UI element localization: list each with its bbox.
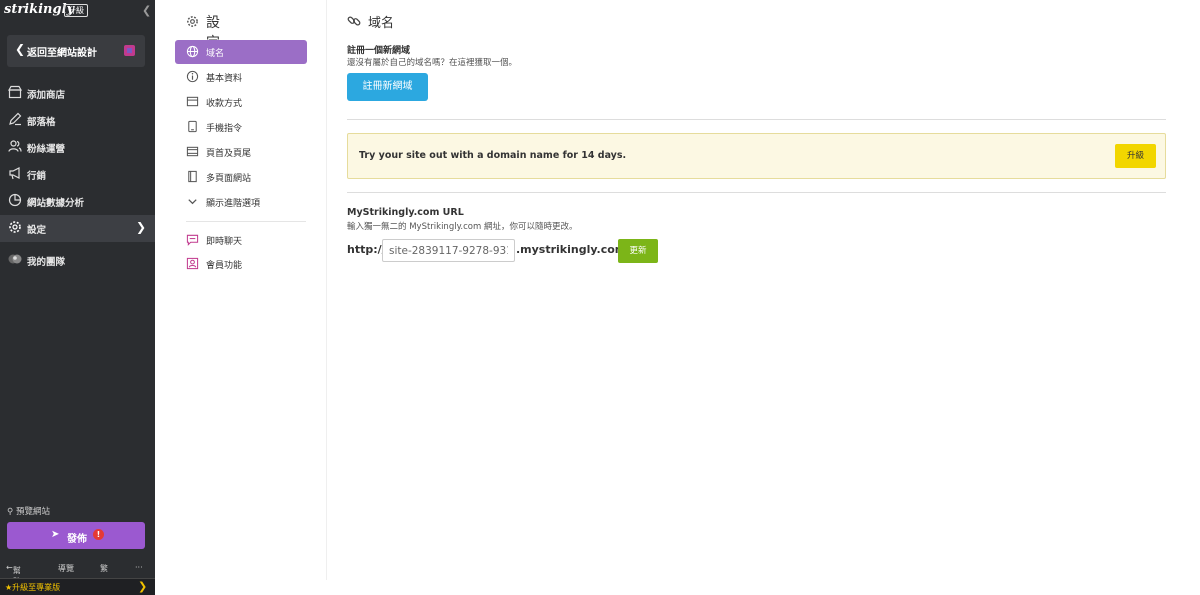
pen-icon [9, 112, 22, 126]
settings-item-label: 收款方式 [206, 99, 243, 109]
menu-divider [186, 221, 306, 222]
settings-item-label: 顯示進階選項 [206, 199, 261, 209]
megaphone-icon [9, 167, 20, 180]
upgrade-badge[interactable]: 升級 [64, 4, 88, 17]
upgrade-pro-bar[interactable]: ★升級至專業版 ❯ [0, 578, 155, 595]
chevron-right-icon: ❯ [138, 580, 148, 593]
users-icon [8, 140, 22, 152]
settings-item-advanced-toggle[interactable]: 顯示進階選項 [175, 190, 307, 214]
page-title-label: 域名 [368, 16, 395, 31]
sidebar-item-team[interactable]: 我的團隊 [0, 247, 155, 274]
update-button[interactable]: 更新 [618, 239, 658, 263]
link-icon [347, 16, 361, 26]
payment-icon [186, 96, 199, 107]
sidebar-item-label: 網站數據分析 [27, 198, 85, 209]
url-prefix: http:// [347, 243, 386, 256]
sidebar-item-store[interactable]: 添加商店 [0, 80, 155, 107]
column-divider [326, 0, 327, 580]
guide-button[interactable]: 導覽 [58, 563, 74, 574]
design-icon [124, 45, 135, 56]
settings-item-label: 會員功能 [206, 261, 243, 271]
logo-row: strikingly 升級 ❮ [0, 0, 155, 26]
gear-icon [9, 221, 21, 233]
sidebar-item-label: 行銷 [27, 171, 47, 182]
bottom-toolbar: ← 幫助 導覽 繁 ··· [0, 561, 155, 586]
settings-item-label: 手機指令 [206, 124, 243, 134]
settings-item-membership[interactable]: 會員功能 [175, 252, 307, 276]
settings-item-header-footer[interactable]: 頁首及頁尾 [175, 140, 307, 164]
register-heading: 註冊一個新網域 [347, 46, 411, 56]
info-icon [186, 70, 199, 83]
subdomain-input[interactable] [382, 239, 515, 262]
back-label: 返回至網站設計 [27, 48, 97, 59]
sidebar-item-label: 我的團隊 [27, 257, 66, 268]
sidebar-item-label: 粉絲運營 [27, 144, 66, 155]
chevron-right-icon: ❯ [136, 220, 147, 234]
sidebar-item-fans[interactable]: 粉絲運營 [0, 134, 155, 161]
gear-icon [187, 16, 198, 27]
globe-icon [186, 45, 199, 58]
divider [347, 192, 1166, 193]
warning-badge: ! [93, 529, 104, 540]
settings-item-domain[interactable]: 域名 [175, 40, 307, 64]
member-icon [186, 257, 199, 270]
sidebar-item-settings[interactable]: 設定 ❯ [0, 215, 155, 242]
upgrade-pro-text: 升級至專業版 [12, 583, 61, 592]
pie-chart-icon [8, 193, 22, 207]
settings-item-label: 即時聊天 [206, 237, 243, 247]
settings-item-multipage[interactable]: 多頁面網站 [175, 165, 307, 189]
preview-site-link[interactable]: ⚲ 預覽網站 [7, 505, 50, 517]
app: strikingly 升級 ❮ ❮ 返回至網站設計 添加商店 部落格 粉絲運營 … [0, 0, 1200, 595]
collapse-sidebar-icon[interactable]: ❮ [142, 4, 151, 17]
help-button[interactable]: ← 幫助 [6, 563, 21, 586]
sidebar-item-analytics[interactable]: 網站數據分析 [0, 188, 155, 215]
publish-button[interactable]: ➤ 發佈 ! [7, 522, 145, 549]
settings-item-label: 基本資料 [206, 74, 243, 84]
sidebar-item-marketing[interactable]: 行銷 [0, 161, 155, 188]
sidebar-item-blog[interactable]: 部落格 [0, 107, 155, 134]
settings-item-live-chat[interactable]: 即時聊天 [175, 228, 307, 252]
settings-item-label: 多頁面網站 [206, 174, 252, 184]
trial-text: Try your site out with a domain name for… [359, 150, 627, 161]
register-subtext: 還沒有屬於自己的域名嗎？在這裡獲取一個。 [347, 58, 518, 68]
preview-label: 預覽網站 [15, 507, 50, 517]
settings-item-payment[interactable]: 收款方式 [175, 90, 307, 114]
header-footer-icon [186, 146, 199, 157]
settings-item-label: 域名 [206, 49, 225, 59]
url-suffix: .mystrikingly.com [516, 243, 627, 256]
trial-banner: Try your site out with a domain name for… [347, 133, 1166, 179]
sidebar-item-label: 添加商店 [27, 90, 66, 101]
settings-item-label: 頁首及頁尾 [206, 149, 252, 159]
settings-item-basic-info[interactable]: 基本資料 [175, 65, 307, 89]
register-domain-button[interactable]: 註冊新網域 [347, 73, 428, 101]
rocket-icon: ➤ [51, 529, 60, 540]
url-subtext: 輸入獨一無二的 MyStrikingly.com 網址，你可以隨時更改。 [347, 222, 578, 232]
url-heading: MyStrikingly.com URL [347, 207, 464, 218]
team-icon [8, 254, 22, 264]
sidebar-item-label: 部落格 [27, 117, 56, 128]
store-icon [8, 85, 22, 99]
settings-item-mobile[interactable]: 手機指令 [175, 115, 307, 139]
pages-icon [188, 170, 197, 183]
publish-label: 發佈 [67, 534, 87, 545]
divider [347, 119, 1166, 120]
mobile-icon [188, 120, 197, 133]
chevron-down-icon [188, 199, 197, 205]
back-to-editor-button[interactable]: ❮ 返回至網站設計 [7, 35, 145, 67]
chevron-left-icon: ❮ [15, 42, 26, 56]
trial-upgrade-button[interactable]: 升級 [1115, 144, 1156, 168]
chat-icon [186, 234, 199, 246]
upgrade-pro-label: ★升級至專業版 [5, 582, 60, 593]
search-icon: ⚲ [7, 507, 14, 517]
sidebar-item-label: 設定 [27, 225, 47, 236]
language-button[interactable]: 繁 [100, 563, 108, 574]
more-button[interactable]: ··· [135, 563, 143, 572]
sidebar: strikingly 升級 ❮ ❮ 返回至網站設計 添加商店 部落格 粉絲運營 … [0, 0, 155, 595]
